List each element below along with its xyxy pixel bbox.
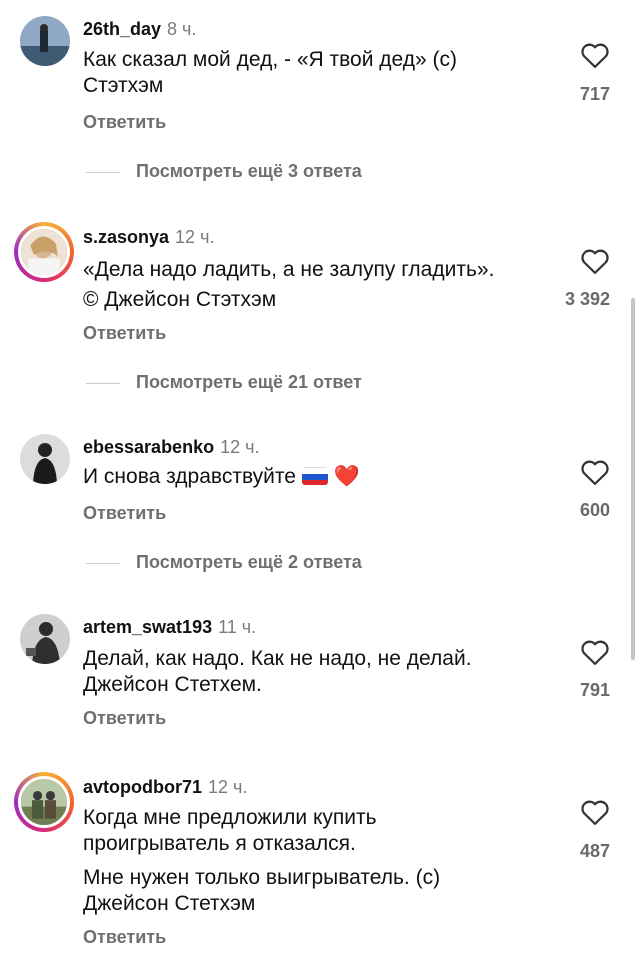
username[interactable]: 26th_day [83,19,161,39]
username[interactable]: artem_swat193 [83,617,212,637]
timestamp: 11 ч. [218,617,257,637]
reply-button[interactable]: Ответить [83,112,166,133]
avatar-photo [21,229,67,275]
thread-divider [86,383,120,384]
reply-button[interactable]: Ответить [83,323,166,344]
heart-emoji: ❤️ [333,465,360,488]
avatar-photo [20,434,70,484]
timestamp: 12 ч. [208,777,248,797]
view-replies-label: Посмотреть ещё 2 ответа [136,552,362,572]
heart-icon[interactable] [580,798,610,826]
comment-text: Когда мне предложили купить проигрывател… [83,806,441,915]
view-replies-label: Посмотреть ещё 3 ответа [136,161,362,181]
username[interactable]: avtopodbor71 [83,777,202,797]
heart-icon[interactable] [580,458,610,486]
view-replies-label: Посмотреть ещё 21 ответ [136,372,362,392]
like-count: 791 [579,680,610,700]
thread-divider [86,563,120,564]
username[interactable]: ebessarabenko [83,437,214,457]
like-count: 487 [579,841,610,861]
reply-button[interactable]: Ответить [83,503,166,524]
heart-icon[interactable] [580,41,610,69]
scrollbar[interactable] [631,298,635,660]
heart-icon[interactable] [580,247,610,275]
avatar[interactable] [14,222,74,282]
comment-text: Делай, как надо. Как не надо, не делай. … [83,647,472,696]
avatar-photo [20,614,70,664]
avatar-photo [20,16,70,66]
russia-flag-icon [301,467,328,485]
reply-button[interactable]: Ответить [83,927,166,948]
avatar[interactable] [20,614,70,664]
timestamp: 8 ч. [167,19,197,39]
avatar-photo [21,779,67,825]
avatar[interactable] [20,16,70,66]
like-count: 717 [579,84,610,104]
timestamp: 12 ч. [175,227,215,247]
heart-icon[interactable] [580,638,610,666]
comment-text: И снова здравствуйте ❤️ [83,465,360,488]
comment-text: «Дела надо ладить, а не залупу гладить».… [83,258,495,311]
avatar[interactable] [20,434,70,484]
comment-text: Как сказал мой дед, - «Я твой дед» (с) С… [83,48,458,97]
username[interactable]: s.zasonya [83,227,169,247]
timestamp: 12 ч. [220,437,260,457]
like-count: 600 [579,500,610,520]
avatar[interactable] [14,772,74,832]
like-count: 3 392 [564,289,610,309]
thread-divider [86,172,120,173]
reply-button[interactable]: Ответить [83,708,166,729]
